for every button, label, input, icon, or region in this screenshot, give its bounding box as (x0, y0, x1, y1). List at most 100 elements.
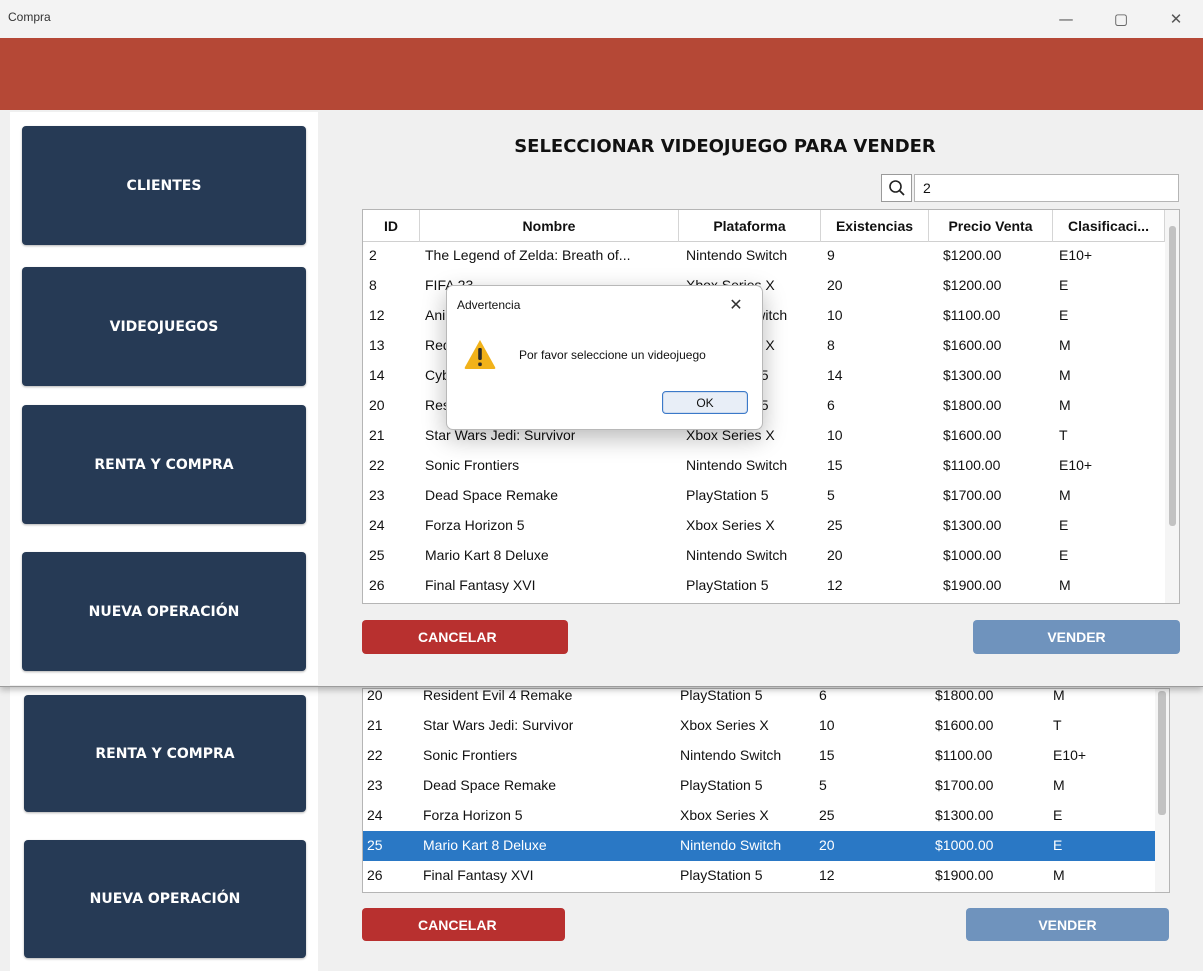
bg-sell-button[interactable]: VENDER (966, 908, 1169, 941)
column-header-nombre[interactable]: Nombre (420, 210, 679, 242)
table-scrollbar-thumb[interactable] (1169, 226, 1176, 526)
cell-clasificacion: E10+ (1053, 747, 1087, 763)
maximize-button[interactable]: ▢ (1098, 6, 1144, 32)
table-row[interactable]: 24 Forza Horizon 5 Xbox Series X 25 $1300.00… (363, 801, 1155, 831)
sidebar-item-clientes[interactable]: CLIENTES (22, 126, 306, 245)
table-row[interactable]: 22 Sonic Frontiers Nintendo Switch 15 $1100.… (363, 451, 1165, 481)
cell-id: 24 (369, 517, 385, 533)
table-row[interactable]: 24 Forza Horizon 5 Xbox Series X 25 $1300.00… (363, 511, 1165, 541)
cell-clasificacion: E10+ (1059, 247, 1093, 263)
dialog-close-button[interactable]: ✕ (722, 292, 750, 316)
cell-nombre: Star Wars Jedi: Survivor (423, 717, 574, 733)
cell-existencias: 14 (827, 367, 843, 383)
warning-dialog: Advertencia ✕ Por favor seleccione un vi… (446, 285, 763, 430)
table-row[interactable]: 25 Mario Kart 8 Deluxe Nintendo Switch 20 $1… (363, 541, 1165, 571)
cell-existencias: 5 (819, 777, 827, 793)
table-row[interactable]: 23 Dead Space Remake PlayStation 5 5 $1700.0… (363, 771, 1155, 801)
cell-precio: $1000.00 (935, 837, 994, 853)
sidebar-item-renta-compra[interactable]: RENTA Y COMPRA (22, 405, 306, 524)
cell-clasificacion: M (1059, 367, 1071, 383)
window-title: Compra (8, 10, 51, 24)
cell-id: 8 (369, 277, 377, 293)
close-button[interactable]: ✕ (1153, 6, 1199, 32)
cell-clasificacion: M (1053, 777, 1065, 793)
warning-icon (464, 340, 496, 369)
minimize-button[interactable]: — (1043, 6, 1089, 32)
sidebar-item-videojuegos[interactable]: VIDEOJUEGOS (22, 267, 306, 386)
cell-id: 23 (367, 777, 383, 793)
table-header: ID Nombre Plataforma Existencias Precio … (363, 210, 1165, 242)
header-banner (0, 38, 1203, 110)
table-row[interactable]: 25 Mario Kart 8 Deluxe Nintendo Switch 20 $1… (363, 831, 1155, 861)
table-row[interactable]: 21 Star Wars Jedi: Survivor Xbox Series X 1… (363, 711, 1155, 741)
ok-button[interactable]: OK (662, 391, 748, 414)
cell-existencias: 25 (827, 517, 843, 533)
cell-existencias: 25 (819, 807, 835, 823)
cell-existencias: 6 (819, 688, 827, 703)
cell-nombre: Sonic Frontiers (425, 457, 520, 473)
cell-precio: $1100.00 (943, 307, 1001, 323)
cell-nombre: Dead Space Remake (423, 777, 557, 793)
cell-precio: $1000.00 (943, 547, 1002, 563)
search-button[interactable] (881, 174, 912, 202)
table-row[interactable]: 23 Dead Space Remake PlayStation 5 5 $1700.0… (363, 481, 1165, 511)
cell-nombre: Mario Kart 8 Deluxe (423, 837, 547, 853)
column-header-clasificacion[interactable]: Clasificaci... (1053, 210, 1165, 242)
column-header-existencias[interactable]: Existencias (821, 210, 929, 242)
cell-plataforma: Xbox Series X (680, 807, 769, 823)
table-scrollbar[interactable] (1165, 210, 1179, 603)
cell-clasificacion: E (1059, 277, 1069, 293)
cell-existencias: 12 (819, 867, 835, 883)
cell-plataforma: PlayStation 5 (680, 777, 763, 793)
column-header-id[interactable]: ID (363, 210, 420, 242)
cell-existencias: 10 (819, 717, 835, 733)
cell-plataforma: Xbox Series X (680, 717, 769, 733)
title-bar: Compra — ▢ ✕ (0, 0, 1203, 38)
cell-existencias: 15 (827, 457, 843, 473)
cell-precio: $1600.00 (943, 337, 1002, 353)
cell-existencias: 5 (827, 487, 835, 503)
cell-existencias: 10 (827, 307, 843, 323)
cell-nombre: Forza Horizon 5 (423, 807, 523, 823)
column-header-plataforma[interactable]: Plataforma (679, 210, 821, 242)
cancel-button[interactable]: CANCELAR (362, 620, 568, 654)
cell-precio: $1800.00 (943, 397, 1002, 413)
table-row[interactable]: 2 The Legend of Zelda: Breath of... Ninten… (363, 241, 1165, 271)
cell-nombre: Sonic Frontiers (423, 747, 518, 763)
sell-button[interactable]: VENDER (973, 620, 1180, 654)
sidebar-item-nueva-operacion[interactable]: NUEVA OPERACIÓN (22, 552, 306, 671)
cell-existencias: 20 (819, 837, 835, 853)
cell-id: 2 (369, 247, 377, 263)
cell-precio: $1100.00 (943, 457, 1001, 473)
cell-plataforma: PlayStation 5 (680, 867, 763, 883)
cell-precio: $1900.00 (943, 577, 1002, 593)
cell-clasificacion: M (1059, 337, 1071, 353)
cell-precio: $1100.00 (935, 747, 993, 763)
cell-clasificacion: M (1059, 397, 1071, 413)
cell-id: 12 (369, 307, 385, 323)
cell-plataforma: Nintendo Switch (680, 747, 782, 763)
search-input[interactable] (914, 174, 1179, 202)
table-row[interactable]: 22 Sonic Frontiers Nintendo Switch 15 $1100.… (363, 741, 1155, 771)
cell-plataforma: PlayStation 5 (686, 577, 769, 593)
cell-plataforma: Xbox Series X (686, 517, 775, 533)
cell-existencias: 8 (827, 337, 835, 353)
cell-clasificacion: M (1059, 577, 1071, 593)
cell-id: 21 (367, 717, 383, 733)
bg-scrollbar-thumb[interactable] (1158, 691, 1166, 815)
bg-sidebar-item-renta-compra[interactable]: RENTA Y COMPRA (24, 695, 306, 812)
cell-precio: $1600.00 (935, 717, 994, 733)
table-row[interactable]: 20 Resident Evil 4 Remake PlayStation 5 6 $1… (363, 688, 1155, 711)
bg-scrollbar[interactable] (1155, 689, 1169, 892)
cell-nombre: Final Fantasy XVI (423, 867, 534, 883)
table-row[interactable]: 26 Final Fantasy XVI PlayStation 5 12 $1900.… (363, 571, 1165, 601)
search-icon (888, 180, 905, 196)
cell-existencias: 10 (827, 427, 843, 443)
cell-existencias: 12 (827, 577, 843, 593)
bg-cancel-button[interactable]: CANCELAR (362, 908, 565, 941)
cell-id: 26 (367, 867, 383, 883)
column-header-precio-venta[interactable]: Precio Venta (929, 210, 1053, 242)
page-title: SELECCIONAR VIDEOJUEGO PARA VENDER (514, 136, 936, 157)
table-row[interactable]: 26 Final Fantasy XVI PlayStation 5 12 $1900.… (363, 861, 1155, 891)
bg-sidebar-item-nueva-operacion[interactable]: NUEVA OPERACIÓN (24, 840, 306, 958)
